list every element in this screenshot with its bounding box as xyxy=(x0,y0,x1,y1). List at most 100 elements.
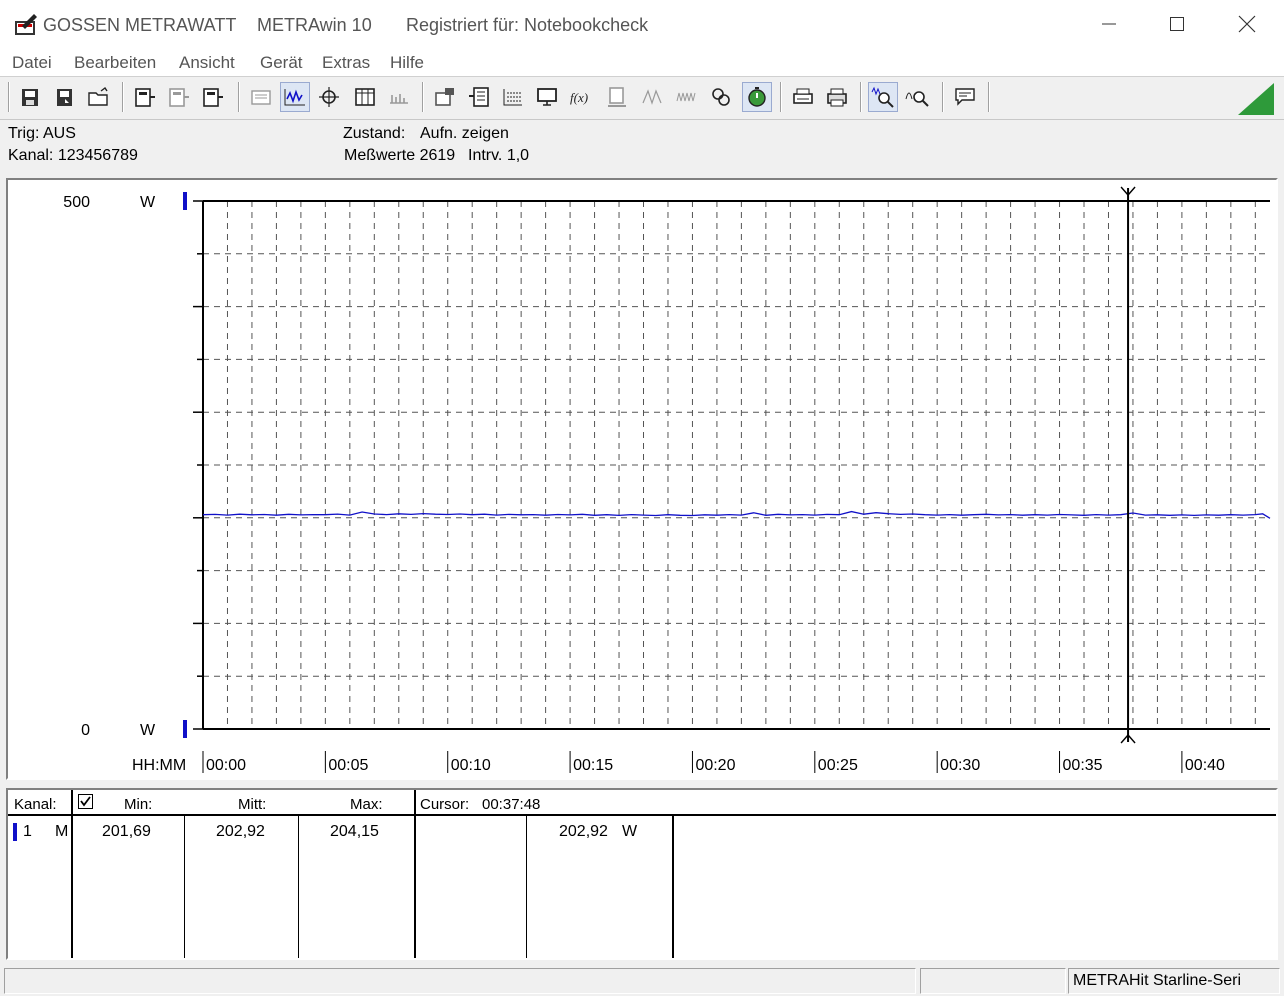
device-read-button[interactable] xyxy=(130,82,160,112)
power-chart[interactable]: 500 W 0 W HH:MM 00:00 00:05 00:10 00:15 00:20 00:2… xyxy=(8,180,1276,778)
state-label: Zustand: xyxy=(343,125,406,142)
save-button[interactable] xyxy=(16,82,46,112)
status-bar: METRAHit Starline-Seri xyxy=(0,966,1284,996)
zoom-cursor-icon xyxy=(905,91,929,107)
row-mitt: 202,92 xyxy=(216,823,265,840)
stopwatch-icon xyxy=(748,87,766,107)
y-max-label: 500 xyxy=(63,194,90,211)
device-read-disabled-icon xyxy=(169,88,189,107)
chart-panel[interactable]: 500 W 0 W HH:MM 00:00 00:05 00:10 00:15 00:20 00:2… xyxy=(6,178,1278,780)
menu-extras[interactable]: Extras xyxy=(322,53,370,73)
toolbar-separator xyxy=(942,82,944,112)
toolbar-separator xyxy=(422,82,424,112)
registration-text: Registriert für: Notebookcheck xyxy=(406,15,649,35)
device-read-disabled-button[interactable] xyxy=(164,82,194,112)
minimize-button[interactable] xyxy=(1075,0,1143,48)
link-button[interactable] xyxy=(706,82,736,112)
x-tick-label: 00:00 xyxy=(206,757,246,774)
measurement-list-icon xyxy=(469,87,489,107)
device-settings-icon xyxy=(435,88,454,106)
status-triangle-icon xyxy=(1238,83,1274,115)
toolbar-separator xyxy=(8,82,10,112)
monitor-button[interactable] xyxy=(532,82,562,112)
signal-wave-icon xyxy=(676,92,696,102)
open-folder-icon xyxy=(88,86,108,106)
measurement-count: Meßwerte 2619 xyxy=(344,147,456,164)
menu-ansicht[interactable]: Ansicht xyxy=(179,53,235,73)
waveform-icon xyxy=(284,89,305,106)
channel-color-marker xyxy=(13,823,17,841)
save-icon xyxy=(22,89,38,106)
measurement-list-button[interactable] xyxy=(464,82,494,112)
device-write-button[interactable] xyxy=(198,82,228,112)
col-header-mitt: Mitt: xyxy=(238,796,267,813)
menu-bearbeiten[interactable]: Bearbeiten xyxy=(74,53,156,73)
device-settings-button[interactable] xyxy=(430,82,460,112)
monitor-icon xyxy=(537,88,557,106)
formula-button[interactable]: f(x) xyxy=(568,82,598,112)
print-preview-button[interactable] xyxy=(788,82,818,112)
checkmark-icon xyxy=(80,796,91,807)
print-button[interactable] xyxy=(822,82,852,112)
state-value: Aufn. zeigen xyxy=(420,125,509,142)
comment-button[interactable] xyxy=(950,82,980,112)
comment-icon xyxy=(955,88,975,106)
print-icon xyxy=(827,88,847,107)
bar-view-icon xyxy=(390,94,408,104)
table-divider xyxy=(71,790,73,958)
trigger-status: Trig: AUS xyxy=(8,125,76,142)
table-divider xyxy=(184,816,185,958)
zoom-waveform-icon xyxy=(871,86,894,108)
zoom-waveform-button[interactable] xyxy=(868,82,898,112)
title-bar: GOSSEN METRAWATT METRAwin 10 Registriert… xyxy=(0,0,1284,48)
x-tick-label: 00:25 xyxy=(818,757,858,774)
row-max: 204,15 xyxy=(330,823,379,840)
toolbar-separator xyxy=(122,82,124,112)
channel-config-button[interactable] xyxy=(498,82,528,112)
stopwatch-button[interactable] xyxy=(742,82,772,112)
toolbar: f(x) xyxy=(0,77,1284,120)
menu-bar: Datei Bearbeiten Ansicht Gerät Extras Hi… xyxy=(0,48,1284,77)
minimize-icon xyxy=(1102,23,1116,25)
cursor-time: 00:37:48 xyxy=(482,796,541,813)
table-view-button[interactable] xyxy=(350,82,380,112)
memory-button[interactable] xyxy=(602,82,632,112)
menu-datei[interactable]: Datei xyxy=(12,53,52,73)
col-header-kanal: Kanal: xyxy=(14,796,57,813)
signal-wave-button[interactable] xyxy=(672,82,702,112)
x-tick-label: 00:05 xyxy=(328,757,368,774)
row-cursor-value: 202,92 xyxy=(559,823,608,840)
toolbar-separator xyxy=(238,82,240,112)
channel-checkbox[interactable] xyxy=(78,794,93,809)
open-button[interactable] xyxy=(84,82,114,112)
print-preview-icon xyxy=(793,88,813,104)
brand-title: GOSSEN METRAWATT xyxy=(43,15,237,35)
power-series-line xyxy=(202,510,1271,519)
channel-status: Kanal: 123456789 xyxy=(8,147,138,164)
record-disabled-icon xyxy=(251,90,271,105)
row-unit: W xyxy=(622,823,638,840)
app-title: METRAwin 10 xyxy=(257,15,372,35)
y-unit-label-bottom: W xyxy=(140,722,156,739)
table-header-line xyxy=(8,814,1276,816)
table-divider xyxy=(414,790,416,958)
trigger-slope-button[interactable] xyxy=(638,82,668,112)
close-button[interactable] xyxy=(1213,0,1281,48)
maximize-button[interactable] xyxy=(1143,0,1211,48)
menu-geraet[interactable]: Gerät xyxy=(260,53,303,73)
device-name: METRAHit Starline-Seri xyxy=(1073,972,1242,989)
bar-view-button[interactable] xyxy=(384,82,414,112)
channel-config-icon xyxy=(503,89,522,106)
record-button[interactable] xyxy=(246,82,276,112)
table-view-icon xyxy=(355,88,375,106)
menu-hilfe[interactable]: Hilfe xyxy=(390,53,424,73)
save-as-icon xyxy=(57,89,72,106)
close-icon xyxy=(1238,15,1256,33)
waveform-view-button[interactable] xyxy=(280,82,310,112)
x-tick-label: 00:15 xyxy=(573,757,613,774)
channel-table: Kanal: Min: Mitt: Max: Cursor: 00:37:48 … xyxy=(6,788,1278,960)
save-as-button[interactable] xyxy=(50,82,80,112)
table-divider xyxy=(672,814,674,958)
zoom-cursor-button[interactable] xyxy=(902,82,932,112)
crosshair-button[interactable] xyxy=(314,82,344,112)
